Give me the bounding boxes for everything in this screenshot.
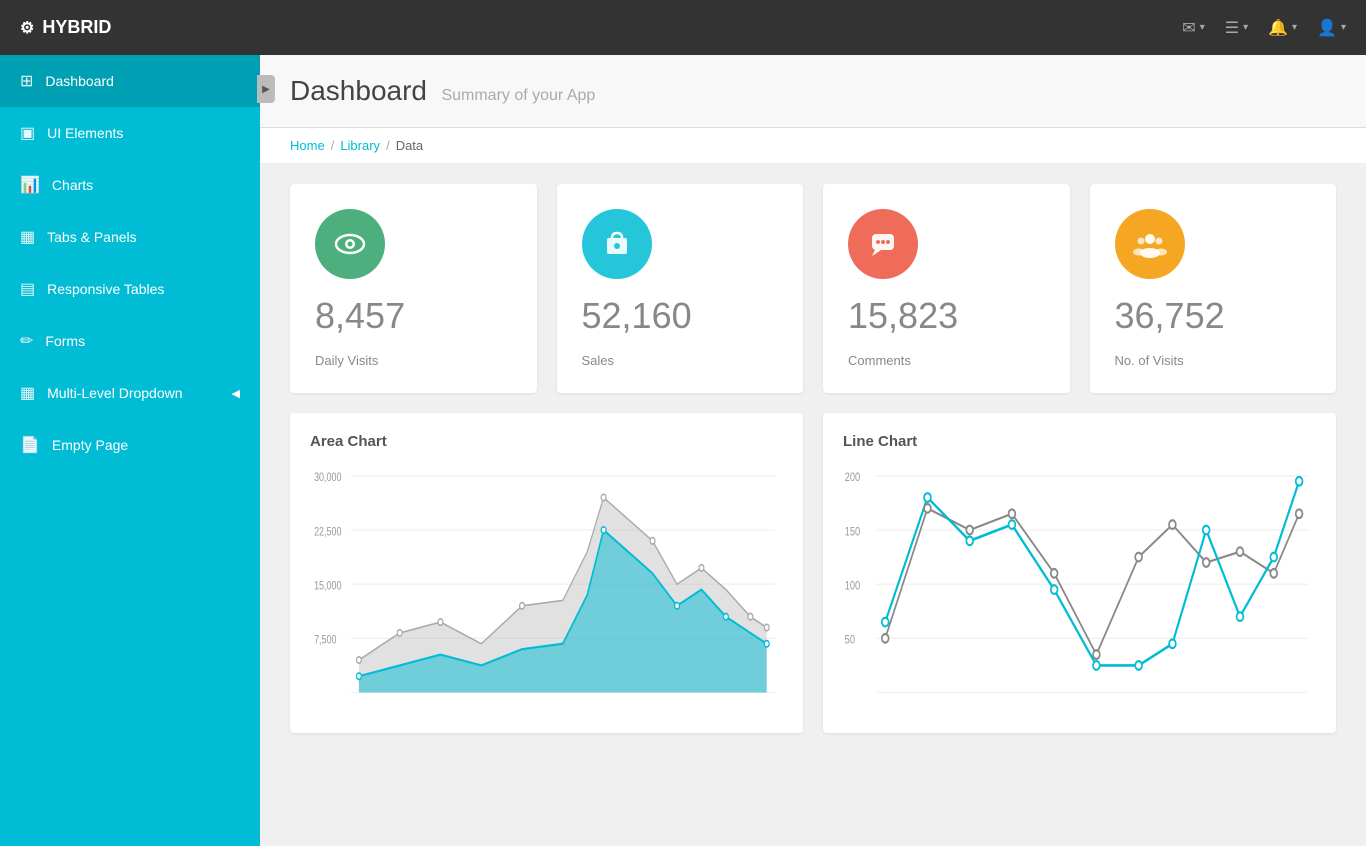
stat-label-no-of-visits: No. of Visits: [1115, 353, 1312, 368]
content-area: Dashboard Summary of your App Home / Lib…: [260, 55, 1366, 846]
breadcrumb: Home / Library / Data: [290, 138, 1336, 153]
svg-text:150: 150: [845, 525, 861, 538]
brand: ⚙ HYBRID: [20, 17, 111, 38]
svg-text:100: 100: [845, 580, 861, 593]
sidebar-label-charts: Charts: [52, 177, 93, 193]
breadcrumb-sep-1: /: [331, 138, 335, 153]
forms-icon: ✏: [20, 331, 33, 351]
stat-card-no-of-visits: 36,752 No. of Visits: [1090, 184, 1337, 393]
bell-caret: ▾: [1292, 22, 1297, 33]
sidebar-label-empty-page: Empty Page: [52, 437, 128, 453]
sidebar-label-forms: Forms: [45, 333, 85, 349]
stat-label-daily-visits: Daily Visits: [315, 353, 512, 368]
sidebar-label-tabs: Tabs & Panels: [47, 229, 137, 245]
breadcrumb-home[interactable]: Home: [290, 138, 325, 153]
stat-card-comments: 15,823 Comments: [823, 184, 1070, 393]
sidebar: ▶ ⊞ Dashboard ▣ UI Elements 📊 Charts ▦ T…: [0, 55, 260, 846]
area-chart-container: 30,000 22,500 15,000 7,500: [310, 465, 783, 725]
menu-icon: ☰: [1225, 18, 1239, 38]
sidebar-item-charts[interactable]: 📊 Charts: [0, 159, 260, 211]
sidebar-label-tables: Responsive Tables: [47, 281, 164, 297]
user-icon: 👤: [1317, 18, 1337, 38]
brand-name: HYBRID: [42, 17, 111, 38]
menu-caret: ▾: [1243, 22, 1248, 33]
breadcrumb-library[interactable]: Library: [340, 138, 380, 153]
email-caret: ▾: [1200, 22, 1205, 33]
gear-icon: ⚙: [20, 18, 34, 38]
breadcrumb-sep-2: /: [386, 138, 390, 153]
sidebar-item-multi-level[interactable]: ▦ Multi-Level Dropdown ◀: [0, 367, 260, 419]
navbar: ⚙ HYBRID ✉ ▾ ☰ ▾ 🔔 ▾ 👤 ▾: [0, 0, 1366, 55]
chart-card-line: Line Chart 200 150 100 50: [823, 413, 1336, 733]
stat-number-daily-visits: 8,457: [315, 295, 512, 337]
stat-icon-no-of-visits: [1115, 209, 1185, 279]
stat-icon-sales: [582, 209, 652, 279]
stats-grid: 8,457 Daily Visits 52,160 Sales: [260, 164, 1366, 413]
stat-number-comments: 15,823: [848, 295, 1045, 337]
svg-text:200: 200: [845, 471, 861, 484]
svg-text:7,500: 7,500: [314, 634, 337, 648]
page-title: Dashboard: [290, 75, 427, 106]
navbar-right: ✉ ▾ ☰ ▾ 🔔 ▾ 👤 ▾: [1182, 18, 1346, 38]
multi-level-arrow: ◀: [232, 387, 240, 400]
stat-icon-comments: [848, 209, 918, 279]
user-caret: ▾: [1341, 22, 1346, 33]
main-container: ▶ ⊞ Dashboard ▣ UI Elements 📊 Charts ▦ T…: [0, 55, 1366, 846]
menu-button[interactable]: ☰ ▾: [1225, 18, 1248, 38]
sidebar-toggle[interactable]: ▶: [257, 75, 275, 103]
multi-level-icon: ▦: [20, 383, 35, 403]
line-chart-svg: 200 150 100 50: [843, 465, 1316, 725]
stat-label-sales: Sales: [582, 353, 779, 368]
charts-grid: Area Chart 30,000 22,500 15,000 7,500: [260, 413, 1366, 753]
svg-text:22,500: 22,500: [314, 525, 342, 539]
svg-text:15,000: 15,000: [314, 579, 342, 593]
dashboard-icon: ⊞: [20, 71, 33, 91]
line-chart-container: 200 150 100 50: [843, 465, 1316, 725]
sidebar-label-multi-level: Multi-Level Dropdown: [47, 385, 182, 401]
sidebar-item-dashboard[interactable]: ⊞ Dashboard: [0, 55, 260, 107]
tables-icon: ▤: [20, 279, 35, 299]
user-button[interactable]: 👤 ▾: [1317, 18, 1346, 38]
ui-elements-icon: ▣: [20, 123, 35, 143]
stat-icon-daily-visits: [315, 209, 385, 279]
charts-icon: 📊: [20, 175, 40, 195]
area-chart-title: Area Chart: [310, 433, 783, 450]
sidebar-item-responsive-tables[interactable]: ▤ Responsive Tables: [0, 263, 260, 315]
sidebar-item-tabs-panels[interactable]: ▦ Tabs & Panels: [0, 211, 260, 263]
empty-page-icon: 📄: [20, 435, 40, 455]
sidebar-label-dashboard: Dashboard: [45, 73, 114, 89]
page-subtitle: Summary of your App: [441, 87, 595, 104]
stat-label-comments: Comments: [848, 353, 1045, 368]
area-chart-svg: 30,000 22,500 15,000 7,500: [310, 465, 783, 725]
svg-text:50: 50: [845, 634, 855, 647]
svg-text:30,000: 30,000: [314, 471, 342, 485]
page-header: Dashboard Summary of your App: [260, 55, 1366, 128]
stat-card-daily-visits: 8,457 Daily Visits: [290, 184, 537, 393]
email-button[interactable]: ✉ ▾: [1182, 18, 1204, 38]
sidebar-item-empty-page[interactable]: 📄 Empty Page: [0, 419, 260, 471]
stat-number-sales: 52,160: [582, 295, 779, 337]
tabs-icon: ▦: [20, 227, 35, 247]
stat-card-sales: 52,160 Sales: [557, 184, 804, 393]
email-icon: ✉: [1182, 18, 1195, 38]
breadcrumb-current: Data: [396, 138, 423, 153]
sidebar-item-ui-elements[interactable]: ▣ UI Elements: [0, 107, 260, 159]
line-chart-title: Line Chart: [843, 433, 1316, 450]
sidebar-item-forms[interactable]: ✏ Forms: [0, 315, 260, 367]
breadcrumb-bar: Home / Library / Data: [260, 128, 1366, 164]
bell-button[interactable]: 🔔 ▾: [1268, 18, 1297, 38]
chart-card-area: Area Chart 30,000 22,500 15,000 7,500: [290, 413, 803, 733]
bell-icon: 🔔: [1268, 18, 1288, 38]
stat-number-no-of-visits: 36,752: [1115, 295, 1312, 337]
sidebar-label-ui-elements: UI Elements: [47, 125, 123, 141]
